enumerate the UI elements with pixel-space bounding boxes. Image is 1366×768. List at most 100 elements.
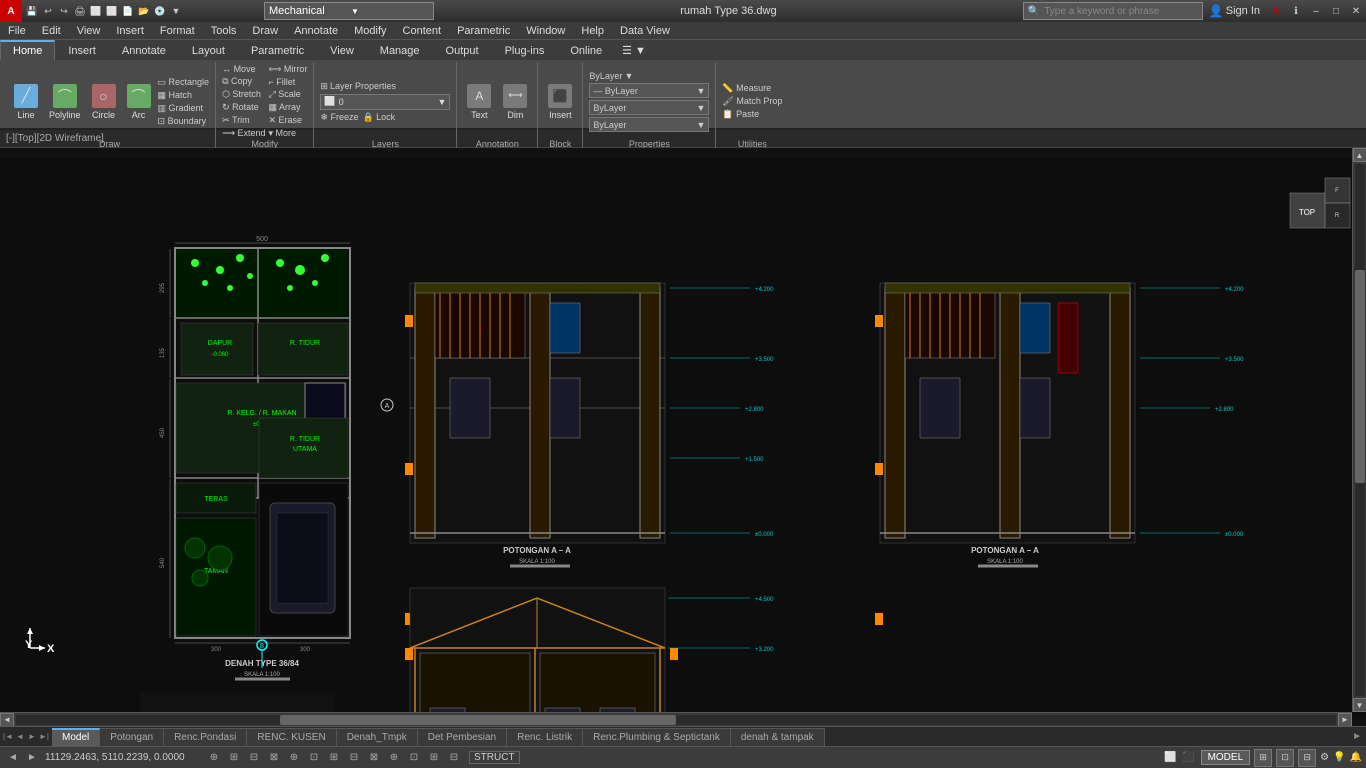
- osnap-icon[interactable]: ⊕: [285, 749, 303, 767]
- tab-extra[interactable]: ☰ ▼: [615, 40, 653, 60]
- menu-edit[interactable]: Edit: [34, 22, 69, 39]
- scroll-up-button[interactable]: ▲: [1353, 148, 1366, 162]
- light-icon[interactable]: 💡: [1333, 752, 1345, 763]
- tab-manage[interactable]: Manage: [367, 40, 433, 60]
- lineweight-bylayer[interactable]: ByLayer: [593, 120, 696, 130]
- arc-button[interactable]: ⌒ Arc: [123, 82, 155, 122]
- tab-layout[interactable]: Layout: [179, 40, 238, 60]
- print-icon[interactable]: 🖨: [72, 3, 88, 19]
- sign-in-area[interactable]: 👤 Sign In: [1209, 4, 1260, 18]
- more-modify-btn[interactable]: ▾ More: [269, 128, 308, 139]
- horizontal-scrollbar[interactable]: ◄ ►: [0, 712, 1352, 726]
- tab-renc-listrik[interactable]: Renc. Listrik: [507, 728, 583, 746]
- tab-insert[interactable]: Insert: [55, 40, 109, 60]
- ortho-icon[interactable]: ⊟: [245, 749, 263, 767]
- qsave-icon[interactable]: 💿: [152, 3, 168, 19]
- linetype-bylayer[interactable]: ByLayer: [593, 103, 696, 113]
- model-nav-prev[interactable]: ◄: [4, 749, 22, 767]
- tmodel-icon[interactable]: ⊕: [385, 749, 403, 767]
- tab-online[interactable]: Online: [557, 40, 615, 60]
- menu-dataview[interactable]: Data View: [612, 22, 678, 39]
- measure-btn[interactable]: 📏 Measure: [722, 83, 782, 94]
- erase-btn[interactable]: ✕ Erase: [269, 115, 308, 126]
- info-icon[interactable]: ℹ: [1286, 0, 1306, 22]
- bylayer-dropdown[interactable]: ▼: [624, 71, 633, 81]
- menu-content[interactable]: Content: [395, 22, 450, 39]
- menu-help[interactable]: Help: [573, 22, 612, 39]
- maximize-app-button[interactable]: □: [1326, 0, 1346, 22]
- menu-parametric[interactable]: Parametric: [449, 22, 518, 39]
- layer-dropdown-icon[interactable]: ▼: [437, 97, 446, 107]
- color-bylayer[interactable]: — ByLayer: [593, 86, 696, 96]
- app-icon[interactable]: A: [0, 0, 22, 22]
- tab-potongan[interactable]: Potongan: [100, 728, 164, 746]
- annot-icon[interactable]: ⊞: [425, 749, 443, 767]
- model-nav-next[interactable]: ►: [23, 749, 41, 767]
- menu-draw[interactable]: Draw: [244, 22, 286, 39]
- tab-output[interactable]: Output: [433, 40, 492, 60]
- extend-btn[interactable]: ⟶ Extend: [222, 128, 265, 139]
- hscroll-thumb[interactable]: [280, 715, 676, 725]
- layer-props-btn[interactable]: Layer Properties: [330, 81, 396, 91]
- line-button[interactable]: ╱ Line: [10, 82, 42, 122]
- view-btn-1[interactable]: ⊞: [1254, 749, 1272, 767]
- dimension-button[interactable]: ⟷ Dim: [499, 82, 531, 122]
- menu-view[interactable]: View: [69, 22, 109, 39]
- save-icon[interactable]: 💾: [24, 3, 40, 19]
- scroll-down-button[interactable]: ▼: [1353, 698, 1366, 712]
- tab-det-pembesian[interactable]: Det Pembesian: [418, 728, 507, 746]
- new-icon[interactable]: 📄: [120, 3, 136, 19]
- copy-btn[interactable]: ⧉ Copy: [222, 76, 265, 87]
- menu-format[interactable]: Format: [152, 22, 203, 39]
- tab-model[interactable]: Model: [52, 728, 100, 746]
- tab-renc-kusen[interactable]: RENC. KUSEN: [247, 728, 336, 746]
- ws-icon[interactable]: ⊟: [445, 749, 463, 767]
- tab-renc-plumbing[interactable]: Renc.Plumbing & Septictank: [583, 728, 731, 746]
- lineweight-dropdown[interactable]: ▼: [696, 120, 705, 130]
- gear-settings-icon[interactable]: ⚙: [1320, 752, 1329, 763]
- gradient-btn[interactable]: ▥ Gradient: [158, 103, 210, 114]
- ducs-icon[interactable]: ⊞: [325, 749, 343, 767]
- polar-icon[interactable]: ⊠: [265, 749, 283, 767]
- layout2-icon[interactable]: ⬛: [1181, 750, 1197, 766]
- menu-file[interactable]: File: [0, 22, 34, 39]
- paste-btn[interactable]: 📋 Paste: [722, 109, 782, 120]
- scale-btn[interactable]: ⤢ Scale: [269, 89, 308, 100]
- tab-scroll-right[interactable]: ►: [1348, 731, 1366, 742]
- sel-icon[interactable]: ⊡: [405, 749, 423, 767]
- tab-home[interactable]: Home: [0, 40, 55, 60]
- tab-denah-tmpk[interactable]: Denah_Tmpk: [337, 728, 418, 746]
- struct-label[interactable]: STRUCT: [469, 751, 520, 764]
- plot-icon[interactable]: ⬜: [88, 3, 104, 19]
- hatch-btn[interactable]: ▦ Hatch: [158, 90, 210, 101]
- vscroll-thumb[interactable]: [1355, 270, 1365, 483]
- keyword-search-box[interactable]: 🔍 Type a keyword or phrase: [1023, 2, 1203, 20]
- snap-icon[interactable]: ⊕: [205, 749, 223, 767]
- insert-block-button[interactable]: ⬛ Insert: [544, 82, 576, 122]
- array-btn[interactable]: ▦ Array: [269, 102, 308, 113]
- view-btn-2[interactable]: ⊡: [1276, 749, 1294, 767]
- mirror-btn[interactable]: ⟺ Mirror: [269, 64, 308, 75]
- extra-icon[interactable]: ▼: [168, 3, 184, 19]
- tab-annotate[interactable]: Annotate: [109, 40, 179, 60]
- scroll-left-button[interactable]: ◄: [0, 713, 14, 727]
- polyline-button[interactable]: ⌒ Polyline: [45, 82, 85, 122]
- menu-modify[interactable]: Modify: [346, 22, 394, 39]
- menu-insert[interactable]: Insert: [108, 22, 152, 39]
- tab-denah-tampak[interactable]: denah & tampak: [731, 728, 825, 746]
- tab-view[interactable]: View: [317, 40, 367, 60]
- vertical-scrollbar[interactable]: ▲ ▼: [1352, 148, 1366, 712]
- minimize-app-button[interactable]: –: [1306, 0, 1326, 22]
- lw-icon[interactable]: ⊠: [365, 749, 383, 767]
- bell-icon[interactable]: 🔔: [1350, 752, 1362, 763]
- boundary-btn[interactable]: ⊡ Boundary: [158, 116, 210, 127]
- drawing-area[interactable]: DAPUR -0.060 R. TIDUR R. KELG. / R. MAKA…: [0, 148, 1366, 726]
- tab-first-button[interactable]: |◄: [2, 731, 14, 743]
- tab-last-button[interactable]: ►|: [38, 731, 50, 743]
- open-icon[interactable]: 📂: [136, 3, 152, 19]
- layout1-icon[interactable]: ⬜: [1163, 750, 1179, 766]
- otrack-icon[interactable]: ⊡: [305, 749, 323, 767]
- move-btn[interactable]: ↔ Move: [222, 64, 265, 74]
- plot2-icon[interactable]: ⬜: [104, 3, 120, 19]
- linetype-dropdown[interactable]: ▼: [696, 103, 705, 113]
